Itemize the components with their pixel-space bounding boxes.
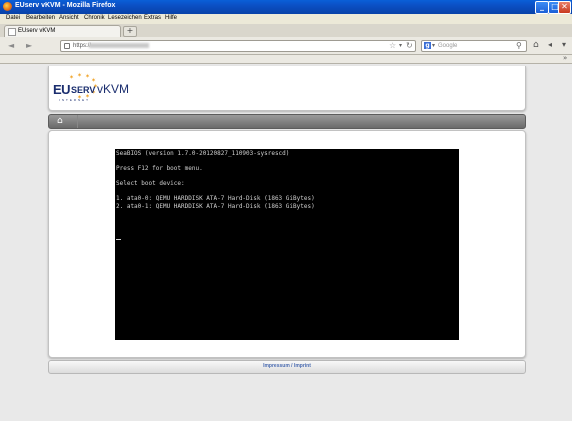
- firefox-icon: [3, 2, 12, 11]
- page-content: ✶ ✶ ✶ ✶ ✶ ✶ ✶ ✶ EU SERV vKVM INTERNET ⌂ …: [0, 64, 572, 421]
- home-icon[interactable]: ⌂: [57, 116, 63, 126]
- menu-hilfe[interactable]: Hilfe: [165, 15, 177, 21]
- tab-euserv-vkvm[interactable]: EUserv vKVM: [4, 25, 121, 37]
- tab-label: EUserv vKVM: [18, 28, 56, 34]
- new-tab-button[interactable]: +: [123, 26, 137, 37]
- forward-icon[interactable]: ►: [26, 41, 32, 50]
- site-nav-bar: ⌂: [48, 114, 526, 129]
- menu-bearbeiten[interactable]: Bearbeiten: [26, 15, 55, 21]
- lock-icon: [64, 43, 70, 49]
- kvm-console[interactable]: SeaBIOS (version 1.7.0-20120827_110903-s…: [115, 149, 459, 340]
- menu-extras[interactable]: Extras: [144, 15, 161, 21]
- console-line: SeaBIOS (version 1.7.0-20120827_110903-s…: [116, 150, 290, 157]
- window-title: EUserv vKVM - Mozilla Firefox: [15, 2, 116, 9]
- tab-strip: EUserv vKVM +: [0, 24, 572, 38]
- search-icon[interactable]: ⚲: [516, 41, 522, 50]
- search-input[interactable]: Google: [438, 43, 457, 49]
- reload-icon[interactable]: ↻: [406, 41, 413, 50]
- logo-serv: SERV: [71, 85, 96, 95]
- page-icon: [8, 28, 16, 36]
- close-button[interactable]: ✕: [558, 1, 571, 14]
- menu-lesezeichen[interactable]: Lesezeichen: [108, 15, 142, 21]
- euserv-logo[interactable]: ✶ ✶ ✶ ✶ ✶ ✶ ✶ ✶ EU SERV vKVM INTERNET: [53, 72, 153, 106]
- search-engine-dropdown-icon[interactable]: ▾: [432, 42, 435, 49]
- console-line: 2. ata0-1: QEMU HARDDISK ATA-7 Hard-Disk…: [116, 203, 315, 210]
- menu-datei[interactable]: Datei: [6, 15, 20, 21]
- logo-star-icon: ✶: [85, 73, 91, 80]
- search-bar[interactable]: g ▾ Google ⚲: [421, 40, 527, 52]
- window-titlebar[interactable]: EUserv vKVM - Mozilla Firefox _ □ ✕: [0, 0, 572, 14]
- menu-ansicht[interactable]: Ansicht: [59, 15, 79, 21]
- console-cursor: [116, 239, 121, 240]
- logo-eu: EU: [53, 82, 71, 97]
- back-icon[interactable]: ◄: [8, 41, 14, 50]
- chevron-right-icon[interactable]: »: [563, 54, 567, 62]
- console-line: Press F12 for boot menu.: [116, 165, 203, 172]
- console-line: 1. ata0-0: QEMU HARDDISK ATA-7 Hard-Disk…: [116, 195, 315, 202]
- toolbar-menu-icon[interactable]: ▾: [562, 40, 566, 49]
- main-panel: SeaBIOS (version 1.7.0-20120827_110903-s…: [48, 130, 526, 358]
- menu-chronik[interactable]: Chronik: [84, 15, 105, 21]
- google-icon[interactable]: g: [424, 42, 431, 49]
- site-footer: Impressum / Imprint: [48, 360, 526, 374]
- navigation-toolbar: ◄ ► https:// ☆ ▾ ↻ g ▾ Google ⚲ ⌂ ◂ ▾: [0, 37, 572, 55]
- home-icon[interactable]: ⌂: [533, 40, 539, 50]
- logo-vkvm: vKVM: [97, 82, 130, 96]
- bookmark-star-icon[interactable]: ☆: [389, 41, 396, 50]
- logo-star-icon: ✶: [69, 74, 75, 81]
- nav-divider: [77, 115, 78, 128]
- site-header: ✶ ✶ ✶ ✶ ✶ ✶ ✶ ✶ EU SERV vKVM INTERNET: [48, 66, 526, 111]
- url-dropdown-icon[interactable]: ▾: [399, 42, 402, 49]
- bookmarks-toolbar: »: [0, 54, 572, 64]
- url-redacted: [89, 43, 149, 48]
- impressum-link[interactable]: Impressum / Imprint: [49, 363, 525, 369]
- logo-tagline: INTERNET: [59, 98, 90, 102]
- logo-star-icon: ✶: [77, 72, 83, 79]
- downloads-icon[interactable]: ◂: [548, 40, 552, 49]
- console-line: Select boot device:: [116, 180, 185, 187]
- url-bar[interactable]: https:// ☆ ▾ ↻: [60, 40, 416, 52]
- minimize-button[interactable]: _: [535, 1, 549, 14]
